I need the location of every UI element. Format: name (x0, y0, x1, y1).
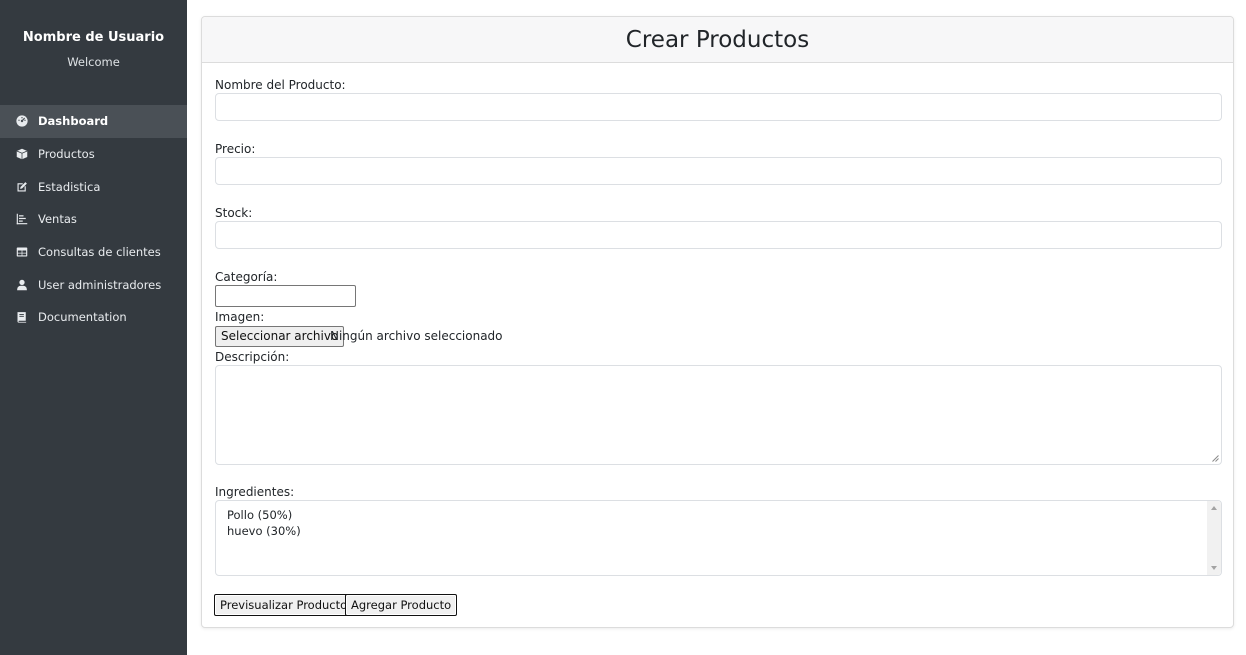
sidebar-item-user-administradores[interactable]: User administradores (0, 268, 187, 301)
page-title: Crear Productos (625, 26, 810, 53)
category-label: Categoría: (215, 270, 278, 284)
ingredients-scrollbar[interactable] (1207, 501, 1221, 575)
book-icon (15, 311, 28, 324)
chart-icon (15, 213, 28, 226)
sidebar-item-label: Documentation (38, 310, 127, 325)
ingredient-line: huevo (30%) (227, 524, 301, 538)
sidebar-item-label: Ventas (38, 212, 77, 227)
user-name: Nombre de Usuario (22, 30, 165, 45)
sidebar-item-estadistica[interactable]: Estadistica (0, 170, 187, 203)
stock-input[interactable] (215, 221, 1222, 249)
scroll-down-icon[interactable] (1211, 566, 1217, 570)
preview-product-button[interactable]: Previsualizar Producto (214, 594, 354, 616)
user-icon (15, 278, 28, 291)
category-input[interactable] (215, 285, 356, 307)
description-textarea[interactable] (215, 365, 1222, 465)
add-product-button[interactable]: Agregar Producto (345, 594, 458, 616)
scroll-up-icon[interactable] (1211, 506, 1217, 510)
sidebar-nav: Dashboard Productos Estadistica Ventas C… (0, 105, 187, 334)
sidebar-item-consultas[interactable]: Consultas de clientes (0, 236, 187, 269)
product-name-label: Nombre del Producto: (215, 78, 346, 92)
ingredient-line: Pollo (50%) (227, 508, 293, 522)
table-icon (15, 246, 28, 259)
description-label: Descripción: (215, 350, 290, 364)
sidebar-item-label: Estadistica (38, 179, 101, 194)
select-file-button[interactable]: Seleccionar archivo (215, 326, 345, 347)
sidebar-item-label: User administradores (38, 277, 162, 292)
box-icon (15, 148, 28, 161)
file-status: Ningún archivo seleccionado (330, 329, 503, 343)
sidebar: Nombre de Usuario Welcome Dashboard Prod… (0, 0, 187, 655)
image-label: Imagen: (215, 310, 265, 324)
product-name-input[interactable] (215, 93, 1222, 121)
price-input[interactable] (215, 157, 1222, 185)
ingredients-label: Ingredientes: (215, 485, 295, 499)
stock-label: Stock: (215, 206, 253, 220)
sidebar-item-label: Dashboard (38, 114, 109, 129)
price-label: Precio: (215, 142, 256, 156)
sidebar-item-ventas[interactable]: Ventas (0, 203, 187, 236)
ingredients-textarea[interactable]: Pollo (50%) huevo (30%) (215, 500, 1222, 576)
sidebar-item-productos[interactable]: Productos (0, 138, 187, 171)
welcome-text: Welcome (67, 55, 120, 69)
edit-icon (15, 180, 28, 193)
sidebar-item-label: Productos (38, 147, 95, 162)
create-product-card: Crear Productos Nombre del Producto: Pre… (201, 16, 1234, 628)
sidebar-item-dashboard[interactable]: Dashboard (0, 105, 187, 138)
sidebar-item-label: Consultas de clientes (38, 245, 161, 260)
resize-grip-icon[interactable] (1212, 455, 1219, 462)
card-header: Crear Productos (202, 17, 1233, 63)
sidebar-item-documentation[interactable]: Documentation (0, 301, 187, 334)
dashboard-icon (15, 115, 28, 128)
